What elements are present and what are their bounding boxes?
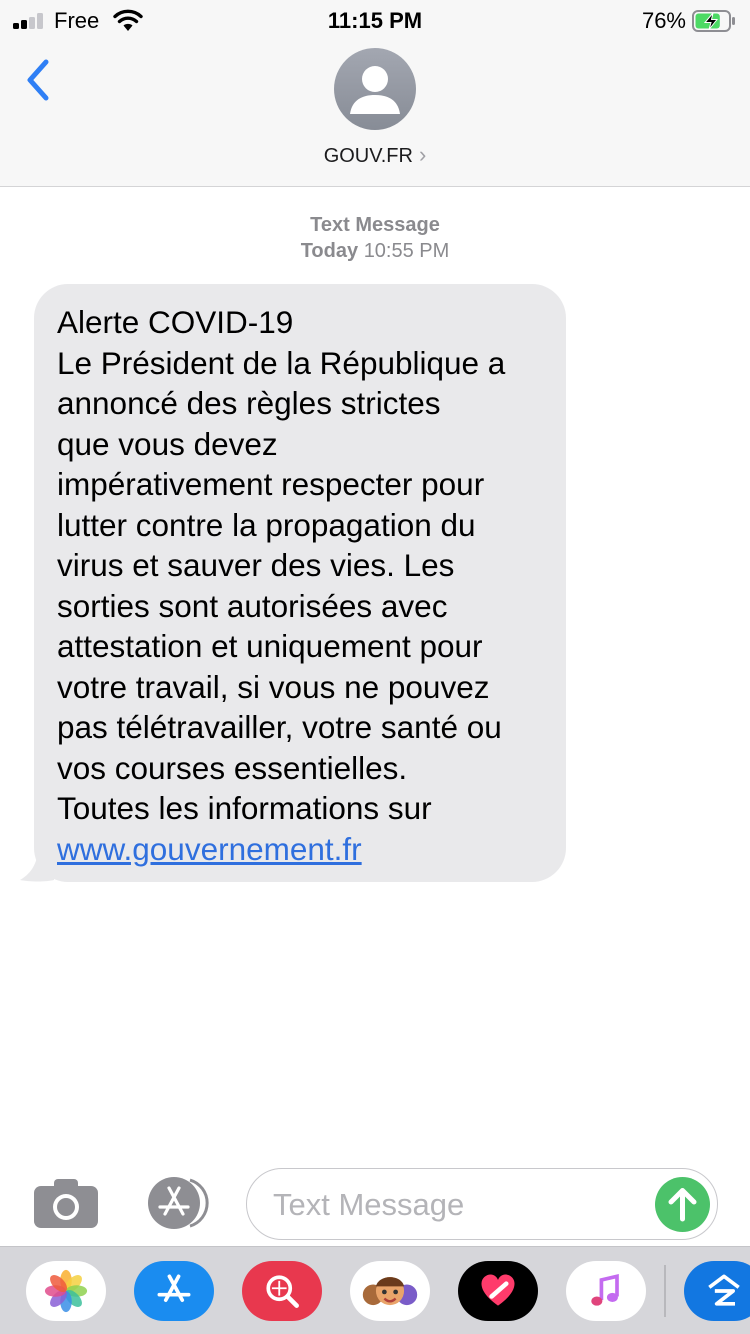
app-store-button[interactable]: [138, 1176, 212, 1230]
photos-app-button[interactable]: [26, 1261, 106, 1321]
message-line: annoncé des règles strictes: [57, 385, 441, 421]
camera-button[interactable]: [34, 1176, 98, 1230]
status-bar: Free 11:15 PM 76%: [0, 0, 750, 40]
status-time: 11:15 PM: [327, 8, 423, 33]
web-search-icon: [266, 1275, 299, 1308]
music-app-button[interactable]: [566, 1261, 646, 1321]
message-input-field[interactable]: [246, 1168, 718, 1240]
chevron-right-icon: ›: [418, 142, 427, 167]
message-line: sorties sont autorisées avec: [57, 587, 448, 624]
app-store-icon: [157, 1274, 191, 1302]
conversation-header: GOUV.FR ›: [0, 40, 750, 187]
contact-avatar[interactable]: [334, 48, 416, 130]
person-silhouette-icon: [350, 66, 400, 114]
message-line: virus et sauver des vies. Les: [57, 547, 455, 583]
zillow-icon: [708, 1274, 740, 1306]
message-line: Alerte COVID-19: [57, 304, 294, 340]
back-button[interactable]: [20, 52, 60, 108]
message-timestamp: Today 10:55 PM: [0, 240, 750, 263]
battery-percentage: 76%: [641, 8, 686, 33]
message-line: Le Président de la République a: [57, 344, 506, 381]
app-drawer: [0, 1246, 750, 1334]
digital-touch-icon: [481, 1274, 515, 1306]
contact-name: GOUV.FR: [323, 145, 413, 167]
message-input[interactable]: [273, 1183, 643, 1227]
message-link[interactable]: www.gouvernement.fr: [57, 831, 362, 867]
contact-name-button[interactable]: GOUV.FR ›: [0, 142, 750, 168]
timestamp-day: Today: [300, 240, 359, 262]
app-store-icon: [148, 1177, 209, 1229]
message-line: vos courses essentielles.: [57, 749, 408, 786]
message-line: pas télétravailler, votre santé ou: [57, 709, 502, 745]
arrow-up-icon: [668, 1188, 697, 1222]
message-line: votre travail, si vous ne pouvez: [57, 668, 490, 705]
message-line: lutter contre la propagation du: [57, 506, 476, 543]
memoji-stickers-app-button[interactable]: [350, 1261, 430, 1321]
message-type-label: Text Message: [310, 214, 440, 236]
app-store-app-button[interactable]: [134, 1261, 214, 1321]
photos-icon: [44, 1269, 88, 1313]
memoji-stickers-icon: [362, 1276, 418, 1306]
drawer-divider: [664, 1265, 666, 1317]
message-line: Toutes les informations sur: [57, 790, 432, 826]
timestamp-time: 10:55 PM: [363, 240, 450, 262]
music-icon: [591, 1274, 619, 1306]
message-line: impérativement respecter pour: [57, 466, 485, 502]
zillow-app-button[interactable]: [684, 1261, 750, 1321]
battery-charging-icon: [692, 10, 735, 32]
incoming-message-bubble[interactable]: Alerte COVID-19 Le Président de la Répub…: [34, 284, 566, 882]
digital-touch-app-button[interactable]: [458, 1261, 538, 1321]
message-line: que vous devez: [57, 425, 278, 462]
web-search-app-button[interactable]: [242, 1261, 322, 1321]
camera-icon: [34, 1179, 98, 1228]
send-button[interactable]: [655, 1177, 710, 1232]
message-line: attestation et uniquement pour: [57, 628, 483, 664]
